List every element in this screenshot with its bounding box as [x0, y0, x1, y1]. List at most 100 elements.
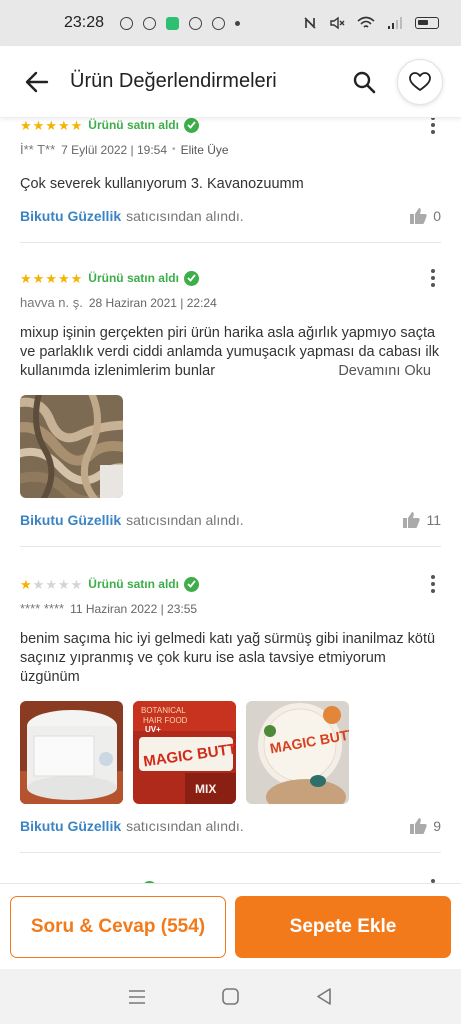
verified-purchase-label: Ürünü satın aldı [88, 271, 179, 285]
add-to-cart-button[interactable]: Sepete Ekle [235, 895, 451, 958]
menu-lines-icon[interactable] [126, 986, 148, 1008]
like-count: 0 [433, 208, 441, 224]
bottom-action-bar: Soru & Cevap (554) Sepete Ekle [0, 883, 461, 969]
like-button[interactable]: 0 [410, 208, 441, 224]
review-date: 7 Eylül 2022 | 19:54 [61, 142, 168, 157]
like-button[interactable]: 11 [403, 512, 441, 528]
star-rating: ★★★★★ [20, 578, 82, 591]
status-time: 23:28 [64, 14, 105, 31]
star-rating: ★★★★★ [20, 119, 82, 132]
messenger-icon [143, 16, 157, 30]
upload-icon [212, 16, 226, 30]
elite-badge: Elite Üye [180, 142, 229, 157]
review-footer: Bikutu Güzellik satıcısından alındı. 9 [20, 818, 441, 852]
review-text: Çok severek kullanıyorum 3. Kavanozuumm [20, 176, 304, 192]
verified-purchase-label: Ürünü satın aldı [88, 118, 179, 132]
cube-icon [189, 16, 203, 30]
system-nav-bar [0, 969, 461, 1024]
reviewer-name: havva n. ş. [20, 295, 83, 310]
seller-link[interactable]: Bikutu Güzellik [20, 818, 121, 834]
favorite-button[interactable] [397, 58, 443, 105]
page-title: Ürün Değerlendirmeleri [70, 70, 277, 92]
kebab-menu-icon[interactable] [425, 267, 441, 289]
home-square-icon[interactable] [219, 986, 241, 1008]
status-bar: 23:28 [0, 0, 461, 46]
star-icon: ★ [57, 270, 70, 286]
star-icon: ★ [45, 270, 57, 286]
star-icon: ★ [20, 118, 32, 133]
review-header: ★ ★ ★ ★ ★ Ürünü satın aldı [20, 268, 441, 288]
review-text: benim saçıma hic iyi gelmedi katı yağ sü… [20, 631, 436, 685]
like-count: 9 [433, 818, 441, 834]
signal-icon [388, 17, 402, 29]
review-item: ★ ★ ★ ★ ★ Ürünü satın aldı İ** T** 7 Eylül 2… [20, 118, 441, 243]
search-icon [353, 71, 376, 93]
review-images: BOTANICAL HAIR FOOD UV+ MAGIC BUTTER MIX [20, 701, 441, 804]
star-icon: ★ [70, 270, 83, 286]
seller-suffix: satıcısından alındı. [126, 208, 244, 224]
battery-icon [415, 17, 439, 29]
kebab-menu-icon[interactable] [425, 573, 441, 595]
check-icon [183, 270, 199, 286]
label-mix: MIX [195, 782, 216, 796]
check-icon [183, 118, 199, 133]
star-icon: ★ [57, 576, 70, 592]
thumbs-up-icon [410, 208, 427, 224]
star-rating: ★★★★★ [20, 272, 82, 285]
star-icon: ★ [70, 118, 83, 133]
label-botanical: BOTANICAL [141, 706, 186, 715]
verified-purchase-label: Ürünü satın aldı [88, 577, 179, 591]
read-more-link[interactable]: Devamını Oku [316, 362, 431, 381]
search-button[interactable] [349, 67, 379, 97]
review-image-jar-open[interactable] [20, 701, 123, 804]
thumbs-up-icon [410, 818, 427, 834]
review-image-jar-lid[interactable]: MAGIC BUTTER [246, 701, 349, 804]
like-count: 11 [426, 512, 441, 528]
star-icon: ★ [32, 270, 45, 286]
star-icon: ★ [32, 576, 45, 592]
nfc-icon [304, 17, 316, 29]
whatsapp-icon [120, 16, 134, 30]
star-icon: ★ [45, 118, 57, 133]
reviewer-name: İ** T** [20, 142, 56, 157]
back-button[interactable] [22, 67, 52, 97]
thumbs-up-icon [403, 512, 421, 528]
status-left: 23:28 [64, 14, 241, 32]
review-item: ★ ★ ★ ★ ★ Ürünü satın aldı **** **** 11 Hazi… [20, 574, 441, 853]
reviews-list[interactable]: ★ ★ ★ ★ ★ Ürünü satın aldı İ** T** 7 Eylül 2… [0, 118, 461, 883]
like-button[interactable]: 9 [410, 818, 441, 834]
kebab-menu-icon[interactable] [425, 118, 441, 136]
seller-suffix: satıcısından alındı. [126, 512, 244, 528]
star-icon: ★ [32, 118, 45, 133]
review-footer: Bikutu Güzellik satıcısından alındı. 0 [20, 208, 441, 242]
seller-suffix: satıcısından alındı. [126, 818, 244, 834]
review-date: 11 Haziran 2022 | 23:55 [70, 601, 198, 616]
star-icon: ★ [20, 576, 32, 592]
seller-link[interactable]: Bikutu Güzellik [20, 208, 121, 224]
mute-icon [330, 16, 345, 30]
wifi-icon [357, 16, 375, 28]
separator-dot: • [172, 144, 176, 155]
back-arrow-icon [25, 71, 49, 92]
more-notifications-icon [235, 20, 241, 26]
back-triangle-icon[interactable] [313, 986, 335, 1008]
review-item: ★ ★ ★ ★ ★ Ürünü satın aldı havva n. ş. 28 Ha… [20, 268, 441, 547]
review-header: ★ ★ ★ ★ ★ Ürünü satın aldı [20, 118, 441, 135]
review-date: 28 Haziran 2021 | 22:24 [88, 295, 217, 310]
star-icon: ★ [70, 576, 83, 592]
questions-answers-button[interactable]: Soru & Cevap (554) [10, 895, 226, 958]
review-image-hair[interactable] [20, 395, 123, 498]
status-right [303, 16, 439, 30]
review-images [20, 395, 441, 498]
review-meta: havva n. ş. 28 Haziran 2021 | 22:24 [20, 295, 441, 310]
app-header: Ürün Değerlendirmeleri [0, 46, 461, 118]
review-text-wrap: mixup işinin gerçekten piri ürün harika … [20, 324, 441, 381]
review-header: ★ ★ ★ ★ ★ Ürünü satın aldı [20, 574, 441, 594]
seller-link[interactable]: Bikutu Güzellik [20, 512, 121, 528]
label-uv: UV+ [145, 725, 161, 734]
star-icon: ★ [20, 270, 32, 286]
review-footer: Bikutu Güzellik satıcısından alındı. 11 [20, 512, 441, 546]
review-image-jar-label[interactable]: BOTANICAL HAIR FOOD UV+ MAGIC BUTTER MIX [133, 701, 236, 804]
app-notification-icon [166, 16, 180, 30]
label-hair-food: HAIR FOOD [143, 716, 188, 725]
